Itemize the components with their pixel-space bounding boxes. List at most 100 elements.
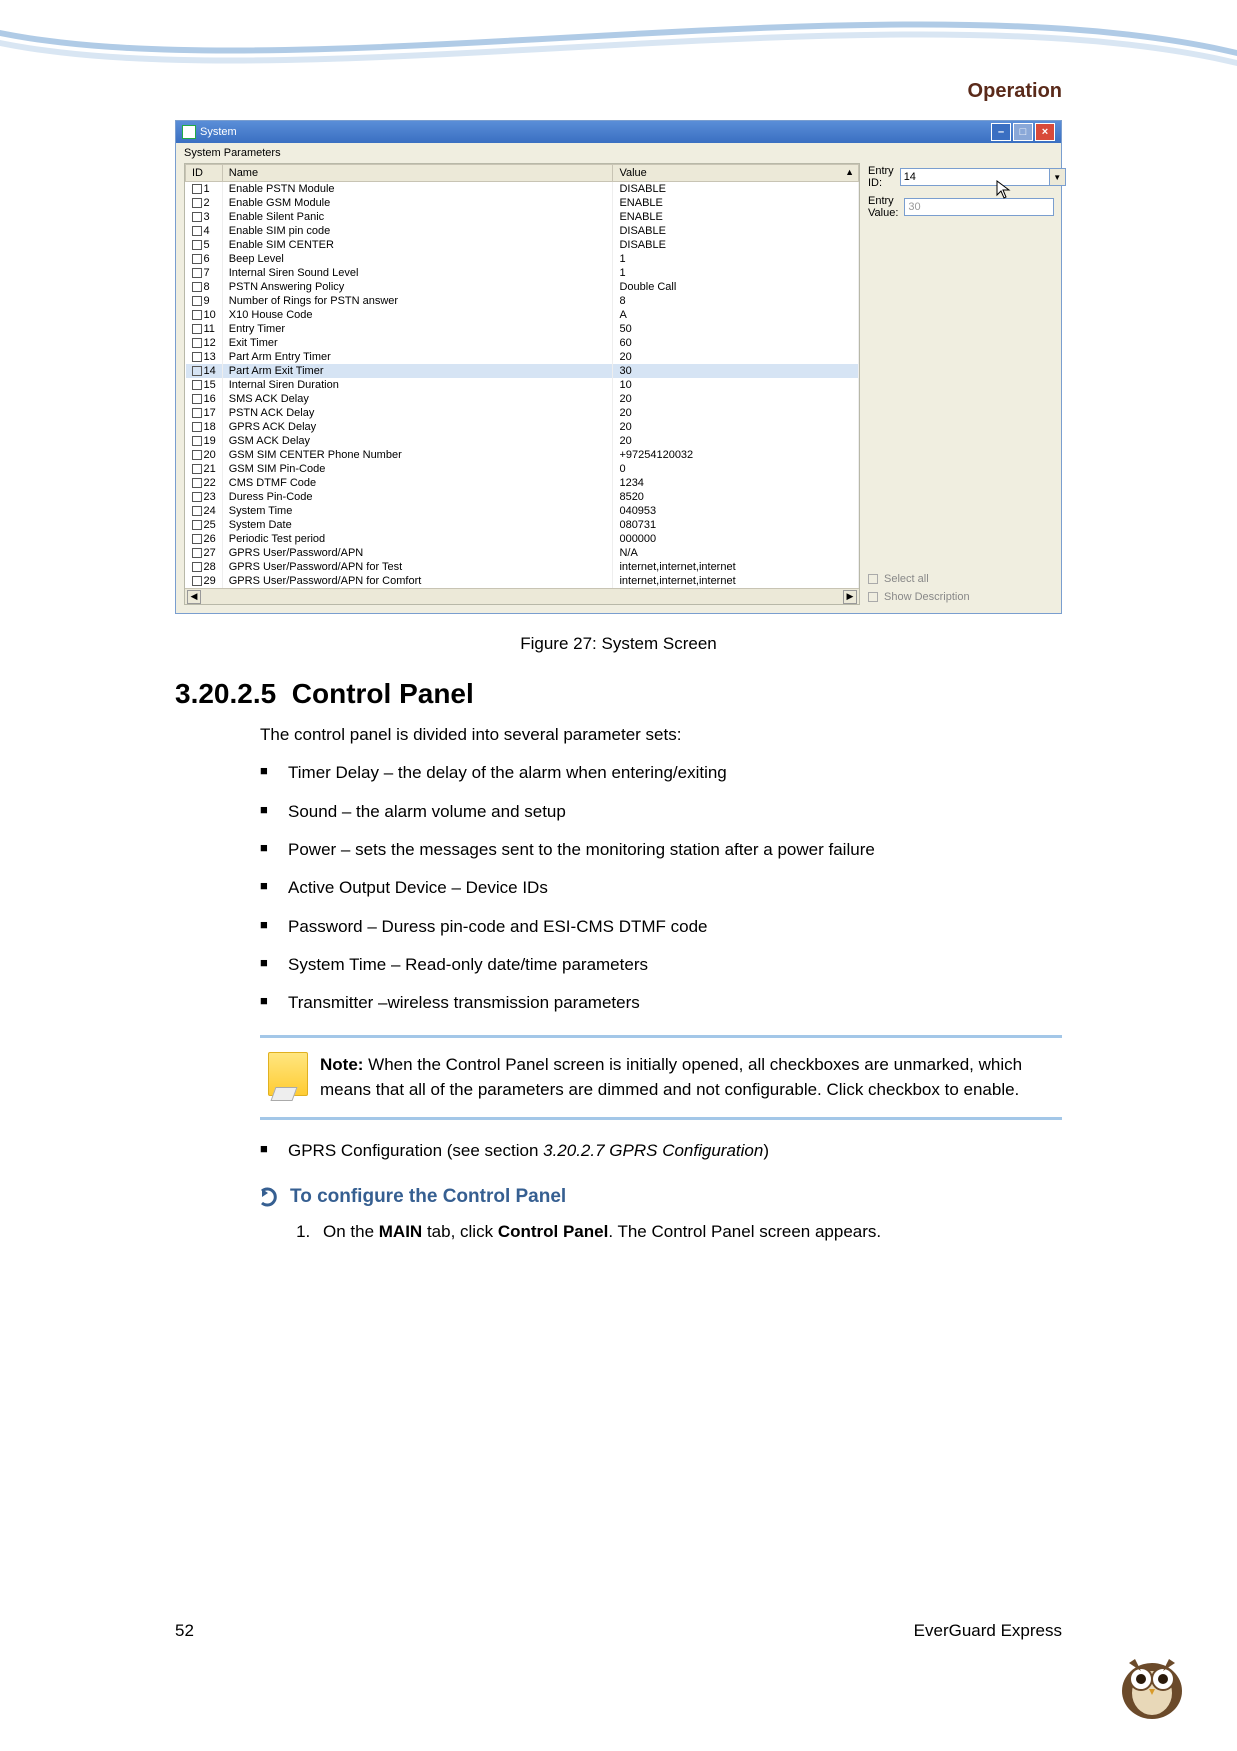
row-checkbox[interactable] <box>192 296 202 306</box>
row-checkbox[interactable] <box>192 464 202 474</box>
window-title: System <box>200 126 237 138</box>
row-name: Duress Pin-Code <box>222 490 613 504</box>
row-checkbox[interactable] <box>192 268 202 278</box>
steps-list: On the MAIN tab, click Control Panel. Th… <box>295 1222 1062 1242</box>
row-name: Beep Level <box>222 252 613 266</box>
table-row[interactable]: 15Internal Siren Duration10 <box>186 378 859 392</box>
table-row[interactable]: 22CMS DTMF Code1234 <box>186 476 859 490</box>
table-row[interactable]: 8PSTN Answering PolicyDouble Call <box>186 280 859 294</box>
table-row[interactable]: 2Enable GSM ModuleENABLE <box>186 196 859 210</box>
table-row[interactable]: 7Internal Siren Sound Level1 <box>186 266 859 280</box>
table-row[interactable]: 13Part Arm Entry Timer20 <box>186 350 859 364</box>
table-row[interactable]: 17PSTN ACK Delay20 <box>186 406 859 420</box>
table-row[interactable]: 27GPRS User/Password/APNN/A <box>186 546 859 560</box>
horizontal-scrollbar[interactable]: ◀ ▶ <box>185 588 859 604</box>
col-id[interactable]: ID <box>186 165 223 182</box>
table-row[interactable]: 20GSM SIM CENTER Phone Number+9725412003… <box>186 448 859 462</box>
row-checkbox[interactable] <box>192 548 202 558</box>
row-checkbox[interactable] <box>192 576 202 586</box>
table-row[interactable]: 16SMS ACK Delay20 <box>186 392 859 406</box>
scroll-left-icon[interactable]: ◀ <box>187 590 201 604</box>
table-row[interactable]: 21GSM SIM Pin-Code0 <box>186 462 859 476</box>
configure-heading: To configure the Control Panel <box>260 1186 1062 1208</box>
table-row[interactable]: 26Periodic Test period000000 <box>186 532 859 546</box>
row-checkbox[interactable] <box>192 562 202 572</box>
row-checkbox[interactable] <box>192 198 202 208</box>
row-checkbox[interactable] <box>192 380 202 390</box>
table-row[interactable]: 11Entry Timer50 <box>186 322 859 336</box>
row-value: 0 <box>613 462 859 476</box>
dropdown-icon[interactable]: ▼ <box>1050 168 1066 186</box>
table-row[interactable]: 1Enable PSTN ModuleDISABLE <box>186 182 859 197</box>
scroll-up-icon[interactable]: ▲ <box>845 167 854 177</box>
table-row[interactable]: 12Exit Timer60 <box>186 336 859 350</box>
row-checkbox[interactable] <box>192 310 202 320</box>
table-row[interactable]: 9Number of Rings for PSTN answer8 <box>186 294 859 308</box>
table-row[interactable]: 19GSM ACK Delay20 <box>186 434 859 448</box>
row-name: Enable Silent Panic <box>222 210 613 224</box>
note-text: Note: When the Control Panel screen is i… <box>320 1052 1054 1103</box>
row-checkbox[interactable] <box>192 226 202 236</box>
table-row[interactable]: 24System Time040953 <box>186 504 859 518</box>
row-checkbox[interactable] <box>192 534 202 544</box>
table-row[interactable]: 5Enable SIM CENTERDISABLE <box>186 238 859 252</box>
row-value: internet,internet,internet <box>613 574 859 588</box>
row-checkbox[interactable] <box>192 184 202 194</box>
table-row[interactable]: 25System Date080731 <box>186 518 859 532</box>
row-checkbox[interactable] <box>192 436 202 446</box>
close-button[interactable]: × <box>1035 123 1055 141</box>
select-all-checkbox[interactable]: Select all <box>868 573 1053 585</box>
step-1: On the MAIN tab, click Control Panel. Th… <box>315 1222 1062 1242</box>
parameter-table-pane: ID Name Value ▲ 1Enable PSTN ModuleDISAB… <box>184 163 860 605</box>
row-value: 20 <box>613 392 859 406</box>
minimize-button[interactable]: – <box>991 123 1011 141</box>
row-checkbox[interactable] <box>192 450 202 460</box>
row-checkbox[interactable] <box>192 282 202 292</box>
maximize-button[interactable]: □ <box>1013 123 1033 141</box>
row-value: DISABLE <box>613 182 859 197</box>
table-row[interactable]: 3Enable Silent PanicENABLE <box>186 210 859 224</box>
table-row[interactable]: 14Part Arm Exit Timer30 <box>186 364 859 378</box>
entry-value-input[interactable] <box>904 198 1054 216</box>
row-value: 000000 <box>613 532 859 546</box>
row-checkbox[interactable] <box>192 240 202 250</box>
note-block: Note: When the Control Panel screen is i… <box>260 1035 1062 1120</box>
row-checkbox[interactable] <box>192 366 202 376</box>
window-titlebar[interactable]: System – □ × <box>176 121 1061 143</box>
table-row[interactable]: 23Duress Pin-Code8520 <box>186 490 859 504</box>
row-checkbox[interactable] <box>192 506 202 516</box>
row-checkbox[interactable] <box>192 212 202 222</box>
row-checkbox[interactable] <box>192 254 202 264</box>
row-checkbox[interactable] <box>192 324 202 334</box>
entry-value-label: Entry Value: <box>868 195 898 219</box>
table-row[interactable]: 18GPRS ACK Delay20 <box>186 420 859 434</box>
row-checkbox[interactable] <box>192 338 202 348</box>
row-checkbox[interactable] <box>192 478 202 488</box>
row-name: Entry Timer <box>222 322 613 336</box>
show-description-checkbox[interactable]: Show Description <box>868 591 1053 603</box>
row-checkbox[interactable] <box>192 422 202 432</box>
fieldset-label: System Parameters <box>176 143 1061 159</box>
row-checkbox[interactable] <box>192 408 202 418</box>
row-name: Enable PSTN Module <box>222 182 613 197</box>
row-checkbox[interactable] <box>192 352 202 362</box>
table-row[interactable]: 10X10 House CodeA <box>186 308 859 322</box>
row-checkbox[interactable] <box>192 520 202 530</box>
table-row[interactable]: 6Beep Level1 <box>186 252 859 266</box>
row-name: Enable SIM CENTER <box>222 238 613 252</box>
row-value: 30 <box>613 364 859 378</box>
col-name[interactable]: Name <box>222 165 613 182</box>
row-name: GSM ACK Delay <box>222 434 613 448</box>
scroll-right-icon[interactable]: ▶ <box>843 590 857 604</box>
row-checkbox[interactable] <box>192 394 202 404</box>
row-name: Internal Siren Sound Level <box>222 266 613 280</box>
list-item: Password – Duress pin-code and ESI-CMS D… <box>260 914 1062 940</box>
table-row[interactable]: 4Enable SIM pin codeDISABLE <box>186 224 859 238</box>
col-value[interactable]: Value ▲ <box>613 165 859 182</box>
table-row[interactable]: 29GPRS User/Password/APN for Comfortinte… <box>186 574 859 588</box>
table-row[interactable]: 28GPRS User/Password/APN for Testinterne… <box>186 560 859 574</box>
entry-id-combo[interactable] <box>900 168 1050 186</box>
row-value: 20 <box>613 406 859 420</box>
row-checkbox[interactable] <box>192 492 202 502</box>
row-value: 20 <box>613 434 859 448</box>
